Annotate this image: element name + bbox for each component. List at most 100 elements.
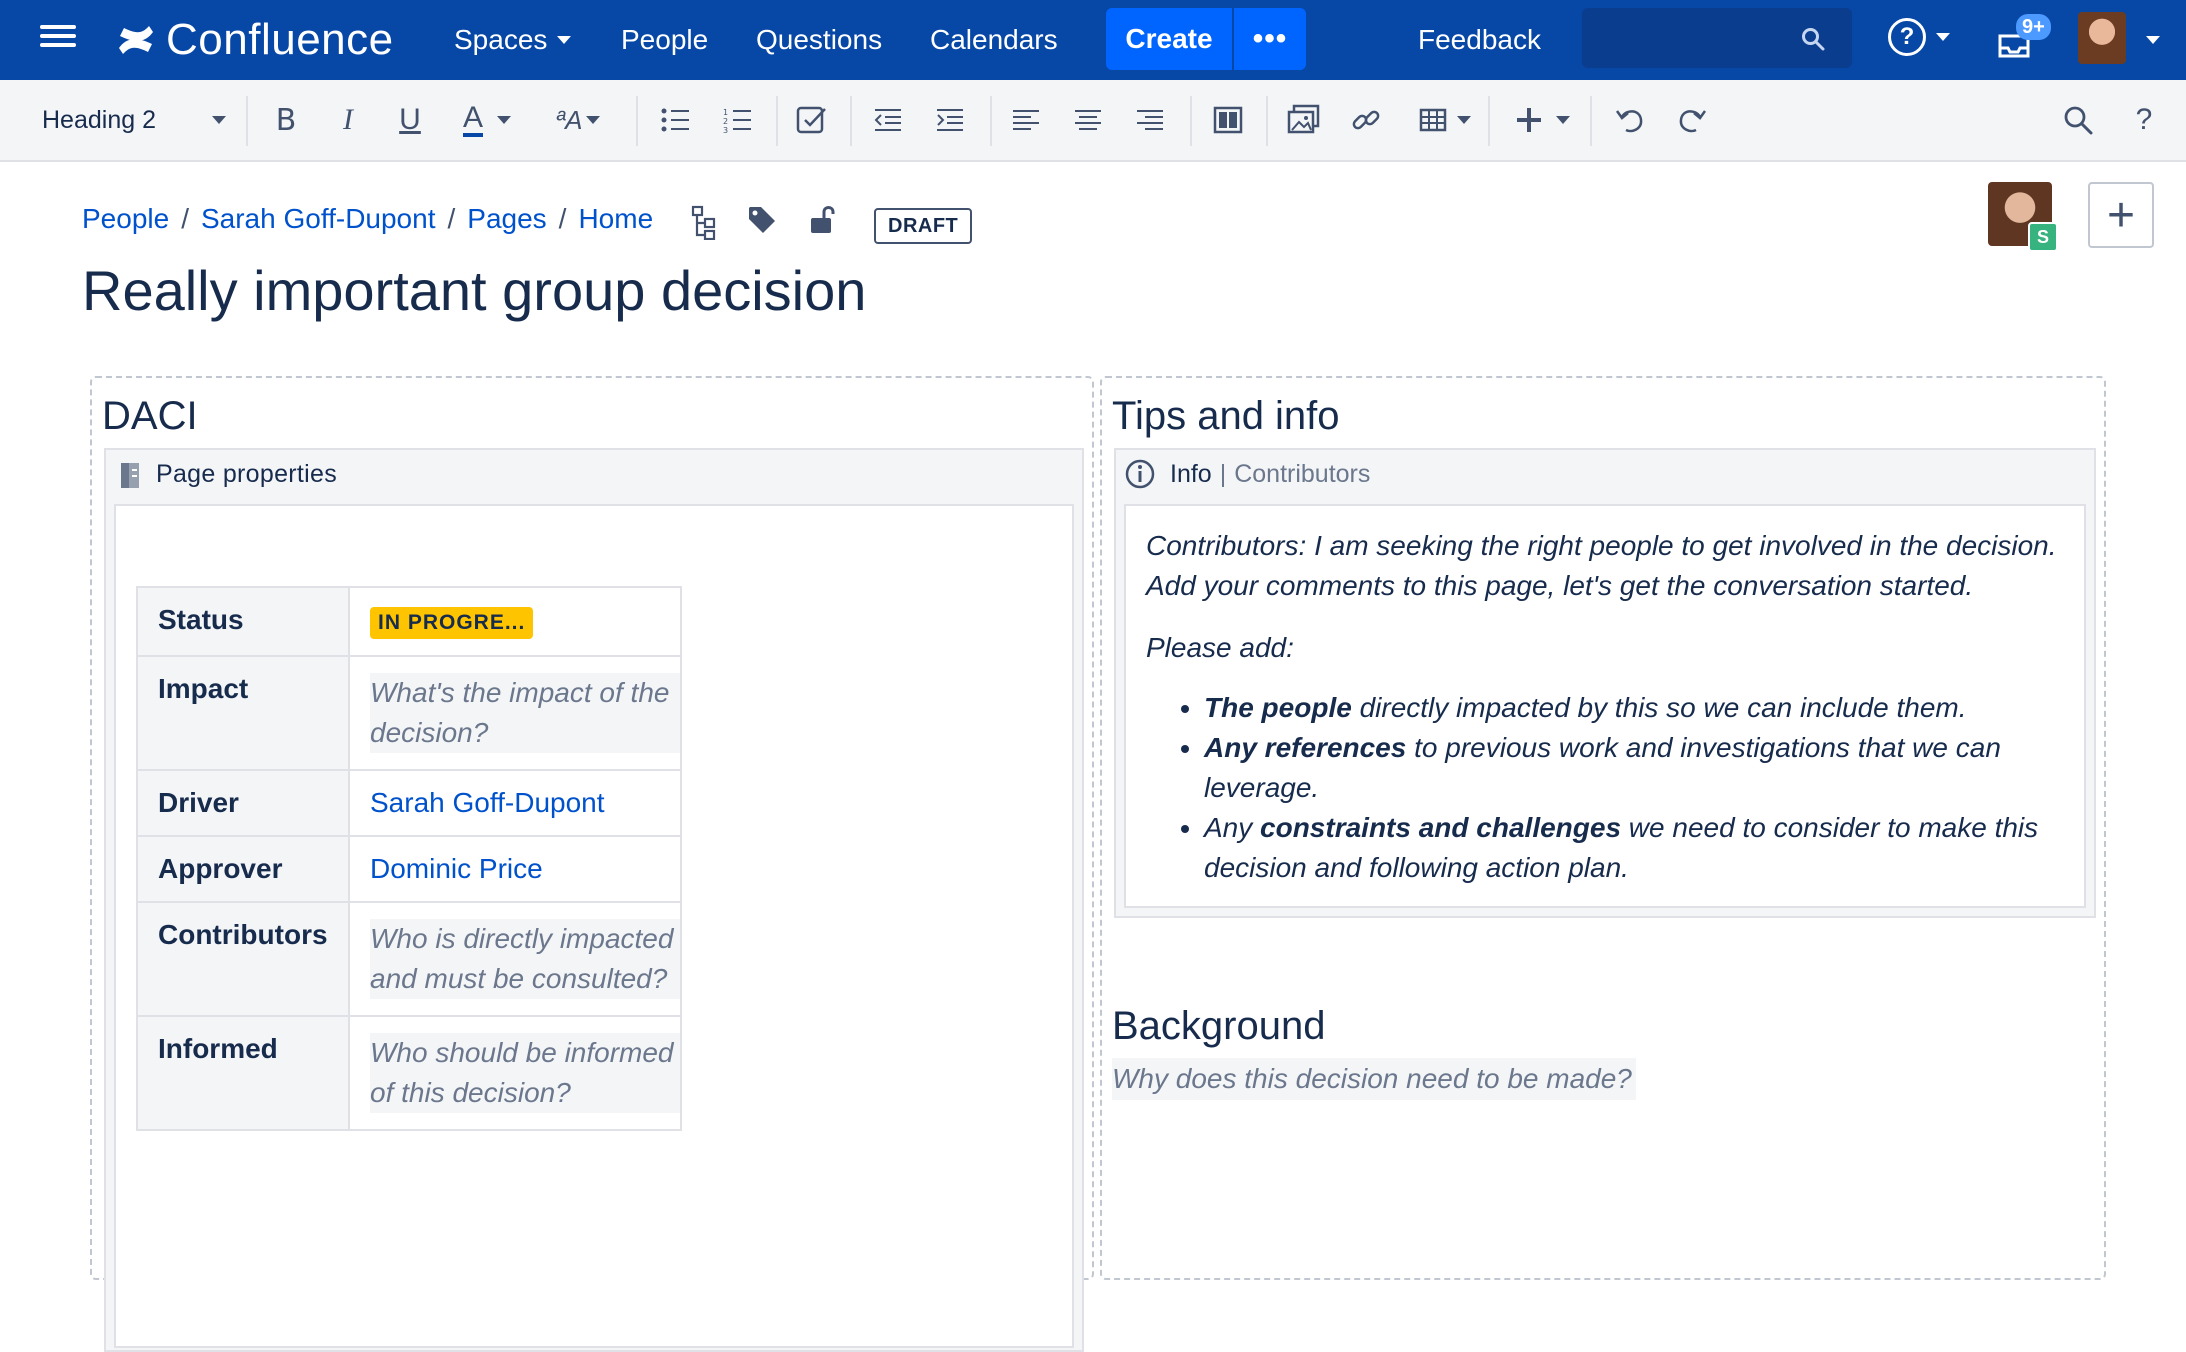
- text-style-value: Heading 2: [42, 105, 156, 134]
- info-macro-body[interactable]: Contributors: I am seeking the right peo…: [1124, 504, 2086, 908]
- list-item[interactable]: Any constraints and challenges we need t…: [1204, 808, 2084, 888]
- approver-user-mention[interactable]: Dominic Price: [370, 853, 543, 884]
- contributors-placeholder[interactable]: Who is directly impacted and must be con…: [370, 919, 680, 999]
- insert-table-button[interactable]: [1410, 80, 1480, 160]
- tips-heading[interactable]: Tips and info: [1112, 394, 1340, 439]
- approver-label[interactable]: Approver: [136, 835, 350, 903]
- indent-button[interactable]: [928, 80, 972, 160]
- toolbar-divider: [990, 96, 992, 146]
- nav-questions[interactable]: Questions: [756, 0, 882, 80]
- bullet-list-icon: [661, 108, 689, 132]
- insert-link-button[interactable]: [1344, 80, 1388, 160]
- user-avatar[interactable]: [2078, 12, 2126, 64]
- breadcrumb-user[interactable]: Sarah Goff-Dupont: [201, 203, 436, 235]
- contributors-label[interactable]: Contributors: [136, 901, 350, 1017]
- create-button[interactable]: Create: [1106, 8, 1232, 70]
- editor-toolbar: Heading 2 B I U A ªA 1 2 3 ?: [0, 80, 2186, 162]
- bold-button[interactable]: B: [264, 80, 308, 160]
- align-center-button[interactable]: [1066, 80, 1110, 160]
- status-label[interactable]: Status: [136, 586, 350, 657]
- toolbar-divider: [1488, 96, 1490, 146]
- page-properties-body[interactable]: Status IN PROGRE... Impact What's the im…: [114, 504, 1074, 1348]
- page-properties-macro[interactable]: Page properties Status IN PROGRE... Impa…: [104, 448, 1084, 1352]
- driver-label[interactable]: Driver: [136, 769, 350, 837]
- create-more-button[interactable]: •••: [1234, 8, 1306, 70]
- outdent-button[interactable]: [866, 80, 910, 160]
- list-item[interactable]: The people directly impacted by this so …: [1204, 688, 2084, 728]
- approver-cell[interactable]: Dominic Price: [348, 835, 682, 903]
- find-replace-button[interactable]: [2056, 80, 2100, 160]
- align-left-button[interactable]: [1004, 80, 1048, 160]
- confluence-logo[interactable]: Confluence: [116, 12, 394, 68]
- draft-status-badge: DRAFT: [874, 208, 973, 244]
- collaborator-avatar[interactable]: S: [1988, 182, 2058, 252]
- add-collaborator-button[interactable]: +: [2088, 182, 2154, 248]
- informed-label[interactable]: Informed: [136, 1015, 350, 1131]
- page-properties-icon: [121, 463, 139, 488]
- info-please-add[interactable]: Please add:: [1146, 628, 2066, 668]
- driver-cell[interactable]: Sarah Goff-Dupont: [348, 769, 682, 837]
- unlocked-icon[interactable]: [808, 204, 836, 236]
- redo-button[interactable]: [1670, 80, 1714, 160]
- nav-people[interactable]: People: [621, 0, 708, 80]
- impact-label[interactable]: Impact: [136, 655, 350, 771]
- text-color-button[interactable]: A: [452, 80, 522, 160]
- informed-cell[interactable]: Who should be informed of this decision?: [348, 1015, 682, 1131]
- editor-help-button[interactable]: ?: [2122, 80, 2166, 160]
- status-lozenge[interactable]: IN PROGRE...: [370, 607, 534, 639]
- italic-button[interactable]: I: [326, 80, 370, 160]
- numbered-list-button[interactable]: 1 2 3: [716, 80, 760, 160]
- contributors-cell[interactable]: Who is directly impacted and must be con…: [348, 901, 682, 1017]
- status-cell[interactable]: IN PROGRE...: [348, 586, 682, 657]
- background-placeholder[interactable]: Why does this decision need to be made?: [1112, 1058, 1636, 1100]
- page-tree-icon[interactable]: [690, 204, 720, 240]
- driver-user-mention[interactable]: Sarah Goff-Dupont: [370, 787, 605, 818]
- task-list-button[interactable]: [790, 80, 834, 160]
- bullet-list-button[interactable]: [654, 80, 698, 160]
- insert-image-button[interactable]: [1282, 80, 1326, 160]
- layout-column-left[interactable]: DACI Page properties Status IN PROGRE...…: [90, 376, 1094, 1352]
- search-icon: [1802, 28, 1825, 51]
- impact-cell[interactable]: What's the impact of the decision?: [348, 655, 682, 771]
- breadcrumb-pages[interactable]: Pages: [467, 203, 546, 235]
- text-style-dropdown[interactable]: Heading 2: [42, 80, 226, 160]
- breadcrumb-home[interactable]: Home: [578, 203, 653, 235]
- nav-calendars[interactable]: Calendars: [930, 0, 1058, 80]
- page-title[interactable]: Really important group decision: [82, 258, 866, 323]
- info-macro[interactable]: Info | Contributors Contributors: I am s…: [1114, 448, 2096, 918]
- more-formatting-icon: ªA: [555, 104, 583, 135]
- more-formatting-button[interactable]: ªA: [546, 80, 610, 160]
- align-center-icon: [1075, 110, 1101, 130]
- menu-icon[interactable]: [40, 20, 76, 56]
- layout-column-right[interactable]: Tips and info Info | Contributors Contri…: [1100, 376, 2106, 1280]
- impact-placeholder[interactable]: What's the impact of the decision?: [370, 673, 680, 753]
- chevron-down-icon[interactable]: [2146, 36, 2160, 44]
- nav-spaces[interactable]: Spaces: [454, 0, 572, 80]
- bullet-emphasis: The people: [1204, 692, 1352, 723]
- breadcrumb-people[interactable]: People: [82, 203, 169, 235]
- align-right-button[interactable]: [1128, 80, 1172, 160]
- list-item[interactable]: Any references to previous work and inve…: [1204, 728, 2084, 808]
- informed-placeholder[interactable]: Who should be informed of this decision?: [370, 1033, 680, 1113]
- table-row: Status IN PROGRE...: [136, 586, 682, 657]
- daci-heading[interactable]: DACI: [102, 394, 198, 439]
- label-tag-icon[interactable]: [746, 204, 778, 236]
- insert-more-button[interactable]: [1506, 80, 1580, 160]
- numbered-list-icon: 1 2 3: [723, 108, 751, 133]
- help-menu[interactable]: ?: [1888, 18, 1950, 56]
- underline-button[interactable]: U: [388, 80, 432, 160]
- chevron-down-icon: [1457, 116, 1471, 124]
- underline-icon: U: [399, 103, 421, 136]
- notifications-button[interactable]: 9+: [1994, 14, 2054, 64]
- link-icon: [1352, 110, 1380, 130]
- page-layout-button[interactable]: [1206, 80, 1250, 160]
- info-macro-header: Info | Contributors: [1124, 458, 1370, 490]
- info-intro-text[interactable]: Contributors: I am seeking the right peo…: [1146, 526, 2066, 606]
- undo-button[interactable]: [1608, 80, 1652, 160]
- feedback-link[interactable]: Feedback: [1418, 0, 1541, 80]
- breadcrumb-separator: /: [558, 203, 567, 234]
- background-heading[interactable]: Background: [1112, 1004, 1325, 1049]
- search-icon: [2064, 106, 2093, 135]
- search-input[interactable]: [1582, 8, 1852, 68]
- top-navigation: Confluence Spaces People Questions Calen…: [0, 0, 2186, 80]
